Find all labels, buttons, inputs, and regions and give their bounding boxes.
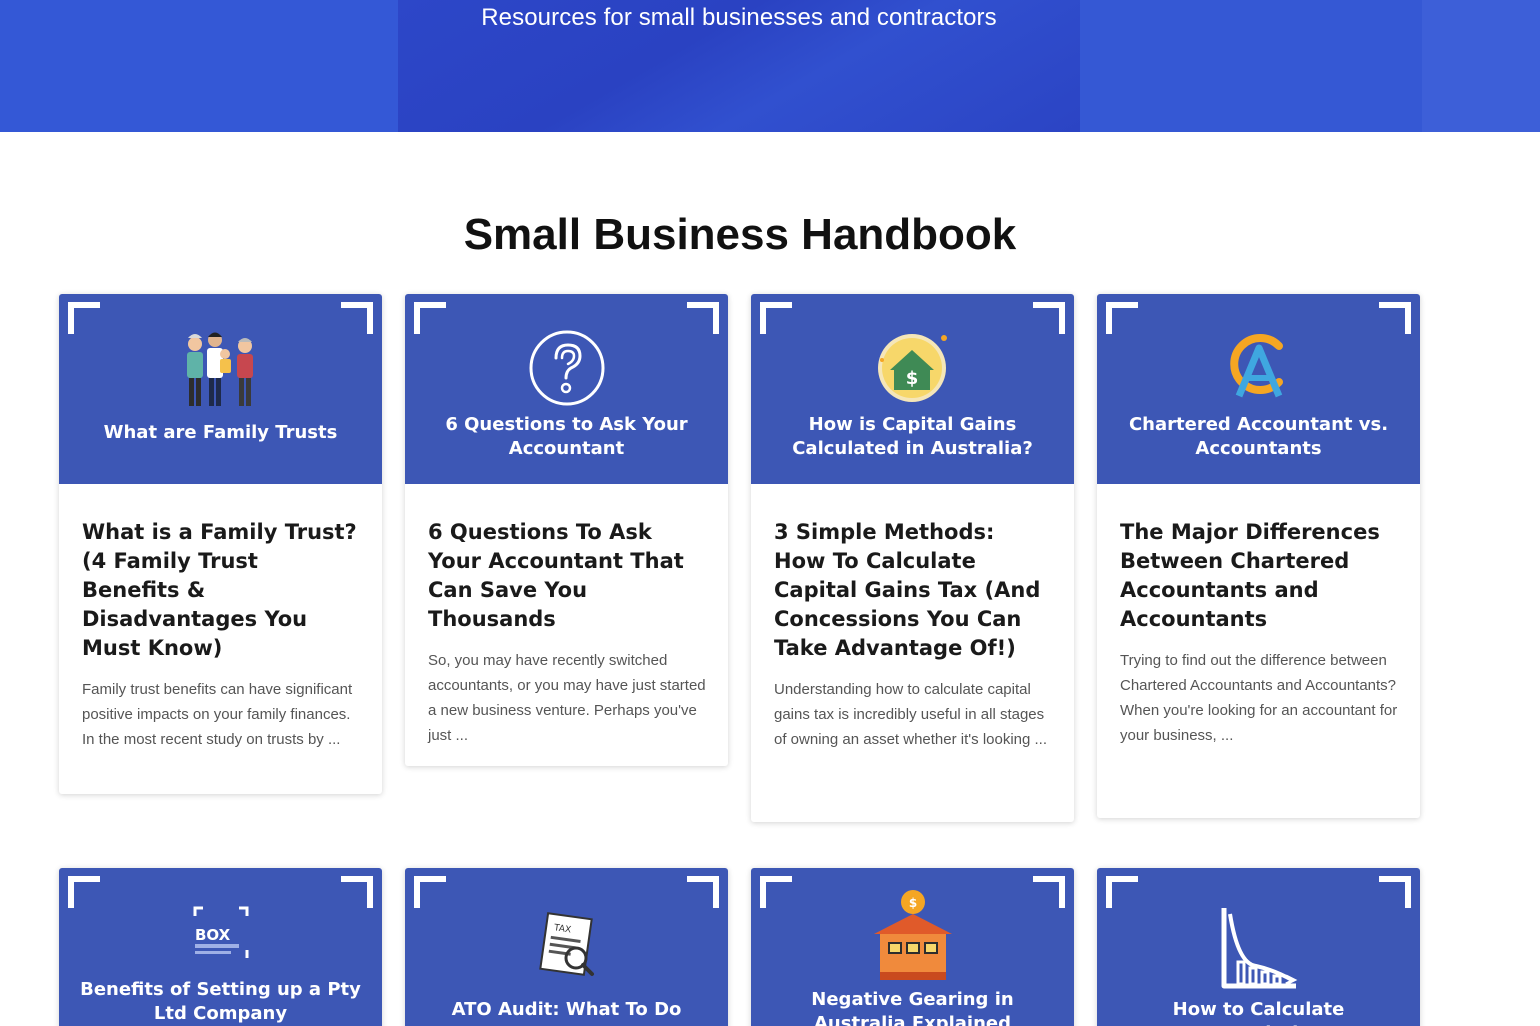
card-thumbnail-label: Chartered Accountant vs. Accountants <box>1128 414 1389 459</box>
card-excerpt: Understanding how to calculate capital g… <box>774 681 1048 748</box>
hero-panel-far-right <box>1422 0 1540 132</box>
tax-document-icon: TAX <box>538 912 594 976</box>
card-excerpt: So, you may have recently switched accou… <box>428 652 706 744</box>
card-title[interactable]: 3 Simple Methods: How To Calculate Capit… <box>774 518 1052 663</box>
article-card-chartered-accountants[interactable]: Chartered Accountant vs. Accountants The… <box>1097 294 1420 818</box>
svg-text:$: $ <box>908 896 916 910</box>
card-thumbnail[interactable]: Chartered Accountant vs. Accountants <box>1097 294 1420 484</box>
card-thumbnail[interactable]: $ How is Capital Gains Calculated in Aus… <box>751 294 1074 484</box>
svg-text:$: $ <box>905 368 918 389</box>
hero-subtitle: Resources for small businesses and contr… <box>481 4 997 31</box>
card-body: The Major Differences Between Chartered … <box>1097 484 1420 772</box>
card-body: What is a Family Trust? (4 Family Trust … <box>59 484 382 776</box>
hero-panel-right <box>1080 0 1422 132</box>
card-thumbnail[interactable]: What are Family Trusts <box>59 294 382 484</box>
card-title[interactable]: What is a Family Trust? (4 Family Trust … <box>82 518 360 663</box>
section-title: Small Business Handbook <box>463 210 1017 259</box>
depreciation-chart-icon <box>1221 908 1297 989</box>
svg-text:BOX: BOX <box>195 926 231 944</box>
house-coin-icon: $ <box>873 890 952 980</box>
article-card-pty-ltd[interactable]: BOX Benefits of Setting up a Pty Ltd Com… <box>59 868 382 1026</box>
article-card-capital-gains[interactable]: $ How is Capital Gains Calculated in Aus… <box>751 294 1074 822</box>
card-body: 6 Questions To Ask Your Accountant That … <box>405 484 728 766</box>
card-thumbnail[interactable]: 6 Questions to Ask Your Accountant <box>405 294 728 484</box>
article-card-negative-gearing[interactable]: $ Negative Gearing in Australia Explaine… <box>751 868 1074 1026</box>
card-thumbnail-label: How to Calculate Depreciation <box>1172 999 1345 1026</box>
family-icon <box>186 332 253 406</box>
card-excerpt: Family trust benefits can have significa… <box>82 681 353 748</box>
card-title[interactable]: 6 Questions To Ask Your Accountant That … <box>428 518 706 634</box>
card-thumbnail[interactable]: How to Calculate Depreciation <box>1097 868 1420 1026</box>
article-card-family-trust[interactable]: What are Family Trusts What is a Family … <box>59 294 382 794</box>
card-thumbnail-label: 6 Questions to Ask Your Accountant <box>445 414 688 459</box>
card-thumbnail-label: ATO Audit: What To Do <box>451 999 682 1020</box>
card-body: 3 Simple Methods: How To Calculate Capit… <box>751 484 1074 776</box>
question-icon <box>529 330 604 406</box>
article-card-ato-audit[interactable]: TAX ATO Audit: What To Do <box>405 868 728 1026</box>
card-thumbnail-label: Negative Gearing in Australia Explained <box>811 989 1014 1026</box>
article-card-depreciation[interactable]: How to Calculate Depreciation <box>1097 868 1420 1026</box>
card-thumbnail-label: Benefits of Setting up a Pty Ltd Company <box>80 979 361 1024</box>
hero-panel-left <box>0 0 398 132</box>
card-thumbnail[interactable]: BOX Benefits of Setting up a Pty Ltd Com… <box>59 868 382 1026</box>
card-title[interactable]: The Major Differences Between Chartered … <box>1120 518 1398 634</box>
card-excerpt: Trying to find out the difference betwee… <box>1120 652 1398 744</box>
card-thumbnail[interactable]: TAX ATO Audit: What To Do <box>405 868 728 1026</box>
card-thumbnail-label: What are Family Trusts <box>103 422 338 443</box>
house-dollar-icon: $ <box>877 334 947 402</box>
hero-banner: Resources for small businesses and contr… <box>0 0 1540 132</box>
ca-logo-icon <box>1229 334 1283 398</box>
card-thumbnail[interactable]: $ Negative Gearing in Australia Explaine… <box>751 868 1074 1026</box>
article-card-accountant-questions[interactable]: 6 Questions to Ask Your Accountant 6 Que… <box>405 294 728 766</box>
box-advisory-logo-icon: BOX <box>193 906 248 958</box>
card-thumbnail-label: How is Capital Gains Calculated in Austr… <box>792 414 1033 459</box>
